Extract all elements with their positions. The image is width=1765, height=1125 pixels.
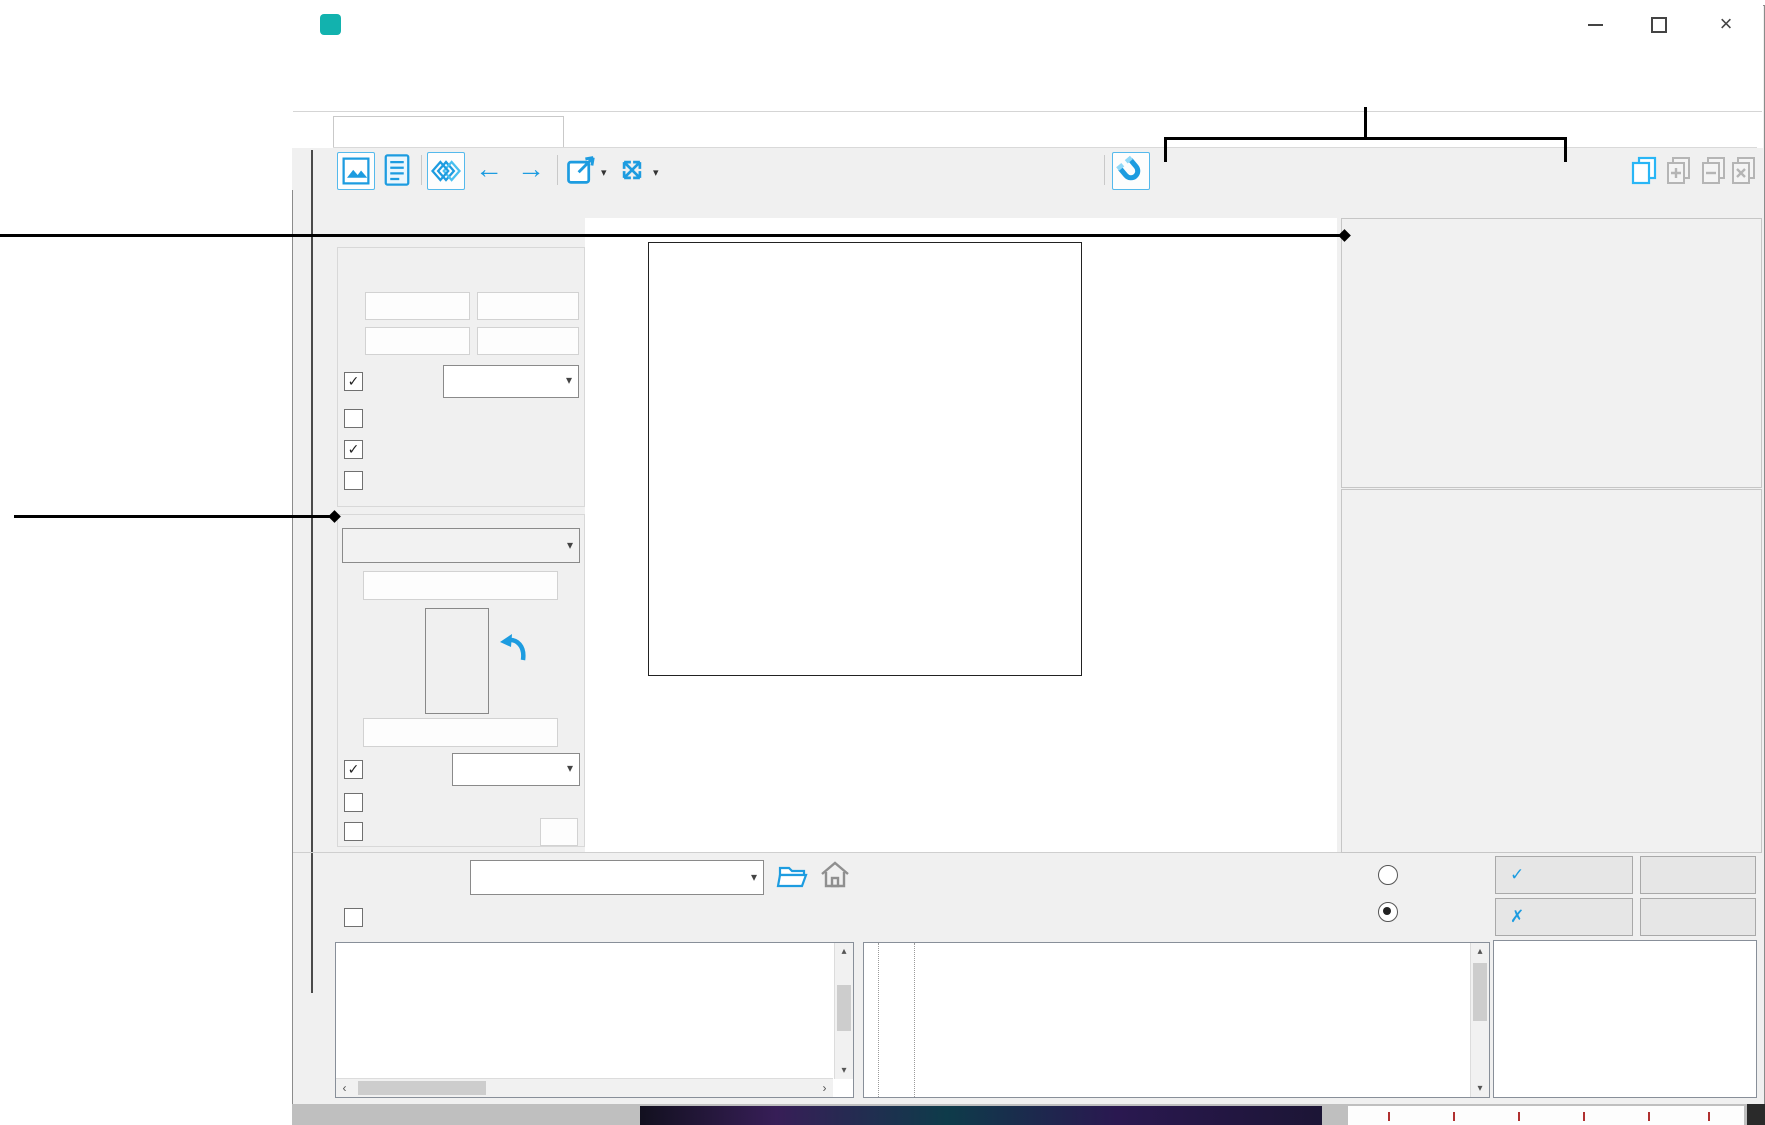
show-data-grid-checkbox[interactable] (344, 409, 363, 428)
maximize-icon (1651, 17, 1667, 33)
title-bar[interactable] (292, 5, 1763, 41)
scrollbar-thumb[interactable] (1473, 963, 1487, 1021)
y-min-field[interactable] (365, 327, 470, 355)
file-tab[interactable] (333, 116, 564, 147)
folder-list-hscrollbar[interactable]: ‹ › (336, 1078, 833, 1097)
fix-middle-value-field[interactable] (540, 818, 578, 846)
forward-arrow-icon[interactable]: → (513, 152, 549, 188)
coords-annotation-bracket-right (1564, 137, 1567, 162)
y-max-field[interactable] (477, 327, 579, 355)
toolbar-separator (1104, 155, 1105, 185)
home-icon[interactable] (818, 858, 852, 892)
tree-guide-line (914, 943, 915, 1097)
maximize-button[interactable] (1636, 12, 1682, 38)
export-icon[interactable] (564, 152, 600, 188)
chevron-down-icon: ▾ (566, 373, 572, 387)
background-window-corner (1747, 1104, 1765, 1125)
magnet-snap-icon[interactable] (1112, 152, 1150, 190)
close-page-icon[interactable] (1728, 152, 1760, 188)
chevron-down-icon: ▾ (567, 761, 573, 775)
remove-page-icon[interactable] (1698, 152, 1730, 188)
x-max-field[interactable] (477, 292, 579, 320)
scroll-left-icon[interactable]: ‹ (336, 1079, 353, 1097)
heatmap-image (649, 243, 1081, 675)
scroll-down-icon[interactable]: ▾ (1471, 1080, 1489, 1097)
tree-guide-line (878, 943, 879, 1097)
order-by-date-checkbox[interactable] (344, 908, 363, 927)
hide-constant-checkbox[interactable] (344, 471, 363, 490)
plot-view-icon[interactable] (337, 152, 375, 190)
app-logo-icon (320, 14, 341, 35)
show-overlay-checkbox[interactable]: ✓ (344, 440, 363, 459)
coords-annotation-bracket (1164, 137, 1567, 140)
copy-pages-icon[interactable] (1628, 152, 1660, 188)
list-view-radio[interactable] (1378, 902, 1398, 922)
fix-middle-checkbox[interactable] (344, 822, 363, 841)
fullscreen-icon[interactable] (614, 152, 650, 188)
full-size-checkbox[interactable]: ✓ (344, 372, 363, 391)
dataset-list[interactable] (1493, 940, 1757, 1098)
background-colormap-strip (640, 1106, 1322, 1125)
colormap-annotation-leader (14, 515, 334, 518)
toolbar-separator (421, 155, 422, 185)
main-heatmap[interactable] (648, 242, 1082, 676)
simulations-path-dropdown[interactable]: ▾ (470, 860, 764, 895)
vertical-slice-panel (1341, 489, 1762, 853)
export-dropdown-caret[interactable]: ▾ (601, 166, 607, 179)
tree-view-radio[interactable] (1378, 865, 1398, 885)
output-file-list[interactable]: ▴ ▾ (863, 942, 1490, 1098)
scroll-up-icon[interactable]: ▴ (835, 943, 853, 960)
full-size-mode-dropdown[interactable]: ▾ (443, 365, 579, 398)
coords-annotation-stem (1364, 107, 1367, 138)
uncheck-button[interactable]: ✗ (1495, 898, 1633, 936)
deselect-button[interactable] (1640, 898, 1756, 936)
x-min-field[interactable] (365, 292, 470, 320)
open-folder-icon[interactable] (776, 860, 812, 892)
tab-strip-line (293, 111, 1762, 112)
chevron-down-icon: ▾ (567, 538, 573, 552)
select-button[interactable] (1640, 856, 1756, 894)
coords-annotation-bracket-left (1164, 137, 1167, 162)
background-window-strip (292, 1104, 1765, 1125)
colormap-dropdown[interactable]: ▾ (342, 528, 580, 563)
scroll-right-icon[interactable]: › (816, 1079, 833, 1097)
background-plot-strip (1348, 1106, 1744, 1125)
close-button[interactable]: × (1703, 12, 1749, 38)
folder-list-vscrollbar[interactable]: ▴ ▾ (834, 943, 853, 1079)
minimize-icon (1588, 24, 1603, 26)
color-min-field[interactable] (363, 718, 558, 747)
scrollbar-thumb[interactable] (837, 985, 851, 1031)
back-arrow-icon[interactable]: ← (471, 152, 507, 188)
check-button[interactable]: ✓ (1495, 856, 1633, 894)
chevron-down-icon: ▾ (751, 870, 757, 884)
colormap-gradient (425, 608, 489, 714)
uncheck-icon: ✗ (1510, 907, 1524, 927)
auto-scale-mode-dropdown[interactable]: ▾ (452, 753, 580, 786)
minimize-button[interactable] (1572, 12, 1618, 38)
report-view-icon[interactable] (379, 152, 415, 188)
horizontal-slice-panel (1341, 218, 1762, 488)
layers-icon[interactable] (427, 152, 465, 190)
scrollbar-thumb[interactable] (358, 1081, 486, 1095)
toolbar-separator (557, 155, 558, 185)
slice-annotation-leader (0, 234, 1344, 237)
check-icon: ✓ (1510, 865, 1524, 885)
color-max-field[interactable] (363, 571, 558, 600)
simulation-folder-list[interactable]: ▴ ▾ ‹ › (335, 942, 854, 1098)
file-list-vscrollbar[interactable]: ▴ ▾ (1470, 943, 1489, 1097)
add-page-icon[interactable] (1663, 152, 1695, 188)
panel-edge-line (311, 150, 313, 993)
fullscreen-dropdown-caret[interactable]: ▾ (653, 166, 659, 179)
auto-scale-checkbox[interactable]: ✓ (344, 760, 363, 779)
screenshot-stage: × ← → ▾ ▾ (0, 0, 1765, 1125)
scroll-up-icon[interactable]: ▴ (1471, 943, 1489, 960)
scroll-down-icon[interactable]: ▾ (835, 1062, 853, 1079)
file-path (337, 196, 345, 213)
invert-colormap-icon[interactable] (497, 630, 531, 666)
path-row (292, 190, 1763, 216)
auto-select-colormap-checkbox[interactable] (344, 793, 363, 812)
